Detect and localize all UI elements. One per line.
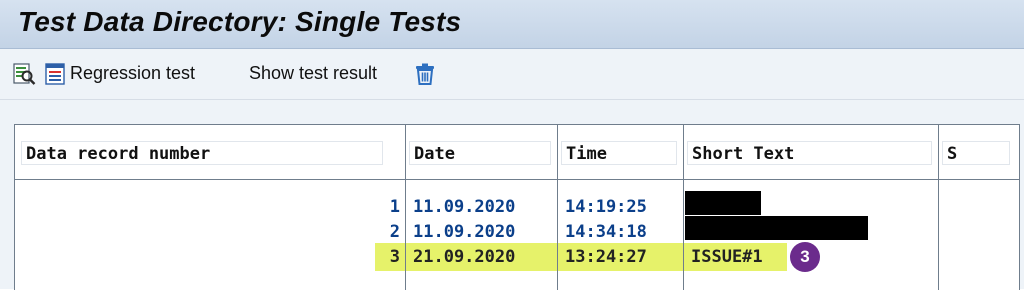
header-divider [15, 179, 1019, 180]
show-test-result-button[interactable]: Show test result [249, 63, 377, 84]
date-cell[interactable]: 11.09.2020 [413, 220, 515, 244]
regression-list-icon[interactable] [43, 62, 67, 86]
redacted-short-text [685, 191, 761, 215]
callout-badge: 3 [790, 242, 820, 272]
regression-test-button[interactable]: Regression test [70, 63, 195, 84]
column-header-short-text[interactable]: Short Text [687, 141, 932, 165]
record-number-cell[interactable]: 3 [370, 245, 400, 269]
time-cell[interactable]: 13:24:27 [565, 245, 647, 269]
column-header-date[interactable]: Date [409, 141, 551, 165]
date-cell[interactable]: 21.09.2020 [413, 245, 515, 269]
column-header-time[interactable]: Time [561, 141, 677, 165]
content-area: Data record number Date Time Short Text … [0, 100, 1024, 290]
search-doc-icon[interactable] [12, 62, 36, 86]
short-text-cell[interactable]: ISSUE#1 [691, 245, 763, 269]
column-divider [938, 125, 939, 290]
column-header-record-number[interactable]: Data record number [21, 141, 383, 165]
time-cell[interactable]: 14:34:18 [565, 220, 647, 244]
title-bar: Test Data Directory: Single Tests [0, 0, 1024, 49]
page-title: Test Data Directory: Single Tests [18, 6, 462, 37]
trash-icon[interactable] [413, 62, 437, 86]
column-header-status[interactable]: S [942, 141, 1010, 165]
record-number-cell[interactable]: 1 [370, 195, 400, 219]
date-cell[interactable]: 11.09.2020 [413, 195, 515, 219]
application-toolbar: Regression test Show test result [0, 49, 1024, 100]
time-cell[interactable]: 14:19:25 [565, 195, 647, 219]
redacted-short-text [685, 216, 868, 240]
test-data-table: Data record number Date Time Short Text … [14, 124, 1020, 290]
record-number-cell[interactable]: 2 [370, 220, 400, 244]
